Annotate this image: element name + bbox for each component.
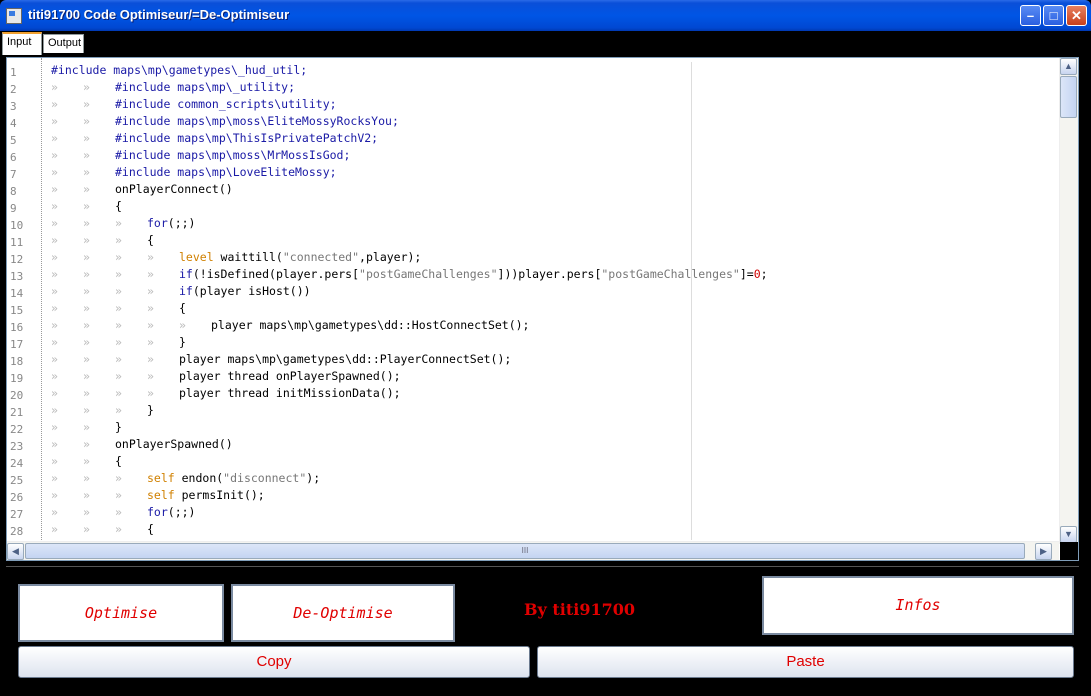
code-line: »»» for(;;) xyxy=(51,505,196,519)
line-number: 12 xyxy=(10,253,24,266)
code-line: »» onPlayerConnect() xyxy=(51,182,233,196)
horizontal-scrollbar[interactable]: ◀ III ▶ xyxy=(7,541,1059,560)
window-title: titi91700 Code Optimiseur/=De-Optimiseur xyxy=(28,7,290,22)
tab-input[interactable]: Input xyxy=(2,32,42,55)
vertical-scroll-thumb[interactable] xyxy=(1060,76,1077,118)
code-line: »» #include maps\mp\moss\MrMossIsGod; xyxy=(51,148,351,162)
infos-button[interactable]: Infos xyxy=(762,576,1074,635)
line-number: 28 xyxy=(10,525,24,538)
scroll-right-button[interactable]: ▶ xyxy=(1035,543,1052,560)
code-line: »»»» player maps\mp\gametypes\dd::PlayerC… xyxy=(51,352,512,366)
code-line: »» #include maps\mp\_utility; xyxy=(51,80,296,94)
code-line: »»»» level waittill("connected",player); xyxy=(51,250,422,264)
line-number: 17 xyxy=(10,338,24,351)
line-number: 16 xyxy=(10,321,24,334)
line-number: 24 xyxy=(10,457,24,470)
code-line: »» #include maps\mp\ThisIsPrivatePatchV2; xyxy=(51,131,379,145)
vertical-scrollbar[interactable]: ▲ ▼ xyxy=(1059,58,1078,544)
author-label: By titi91700 xyxy=(524,600,635,619)
line-number: 1 xyxy=(10,66,17,79)
line-number: 4 xyxy=(10,117,17,130)
minimize-button[interactable]: – xyxy=(1020,5,1041,26)
code-line: »»» for(;;) xyxy=(51,216,196,230)
line-number: 27 xyxy=(10,508,24,521)
scroll-up-button[interactable]: ▲ xyxy=(1060,58,1077,75)
code-line: »»» self permsInit(); xyxy=(51,488,265,502)
scroll-left-button[interactable]: ◀ xyxy=(7,543,24,560)
maximize-button[interactable]: □ xyxy=(1043,5,1064,26)
scroll-down-button[interactable]: ▼ xyxy=(1060,526,1077,543)
copy-button[interactable]: Copy xyxy=(18,646,530,678)
line-number: 15 xyxy=(10,304,24,317)
code-line: »» onPlayerSpawned() xyxy=(51,437,233,451)
scrollbar-corner xyxy=(1060,542,1078,560)
close-button[interactable]: ✕ xyxy=(1066,5,1087,26)
code-line: »»»{ xyxy=(51,233,154,247)
code-line: #include maps\mp\gametypes\_hud_util; xyxy=(51,63,308,77)
code-editor[interactable]: 1 2 3 4 5 6 7 8 9 10 11 12 13 14 15 16 17 18 19 20 21 22 23 24 2… xyxy=(6,57,1079,561)
line-number: 22 xyxy=(10,423,24,436)
maximize-icon: □ xyxy=(1049,8,1058,23)
code-line: »»»» if(player isHost()) xyxy=(51,284,311,298)
close-icon: ✕ xyxy=(1071,8,1082,23)
line-number-gutter: 1 2 3 4 5 6 7 8 9 10 11 12 13 14 15 16 17 18 19 20 21 22 23 24 2… xyxy=(7,58,42,542)
line-number: 25 xyxy=(10,474,24,487)
line-number: 2 xyxy=(10,83,17,96)
optimise-button[interactable]: Optimise xyxy=(18,584,224,642)
line-number: 9 xyxy=(10,202,17,215)
code-line: »»»} xyxy=(51,403,154,417)
line-numbers: 1 2 3 4 5 6 7 8 9 10 11 12 13 14 15 16 17 18 19 20 21 22 23 24 2… xyxy=(10,64,23,540)
code-line: »»»» player thread onPlayerSpawned(); xyxy=(51,369,401,383)
code-line: »»»» player thread initMissionData(); xyxy=(51,386,401,400)
title-bar[interactable]: titi91700 Code Optimiseur/=De-Optimiseur… xyxy=(0,0,1091,31)
line-number: 6 xyxy=(10,151,17,164)
line-number: 8 xyxy=(10,185,17,198)
line-number: 23 xyxy=(10,440,24,453)
tab-strip: Input Output xyxy=(2,31,1089,55)
tab-output[interactable]: Output xyxy=(43,34,84,53)
code-line: »»} xyxy=(51,420,122,434)
line-number: 7 xyxy=(10,168,17,181)
app-window: titi91700 Code Optimiseur/=De-Optimiseur… xyxy=(0,0,1091,696)
code-line: »»»» if(!isDefined(player.pers["postGameC… xyxy=(51,267,768,281)
scroll-grip: III xyxy=(521,546,529,555)
paste-button[interactable]: Paste xyxy=(537,646,1074,678)
line-number: 11 xyxy=(10,236,24,249)
line-number: 18 xyxy=(10,355,24,368)
code-line: »»»»» player maps\mp\gametypes\dd::HostCo… xyxy=(51,318,530,332)
code-line: »» #include maps\mp\moss\EliteMossyRocksY… xyxy=(51,114,399,128)
chevron-up-icon: ▲ xyxy=(1064,61,1073,71)
code-line: »»»»{ xyxy=(51,301,186,315)
chevron-down-icon: ▼ xyxy=(1064,529,1073,539)
line-number: 21 xyxy=(10,406,24,419)
code-line: »»»»} xyxy=(51,335,186,349)
line-number: 19 xyxy=(10,372,24,385)
code-line: »»{ xyxy=(51,454,122,468)
code-line: »»»{ xyxy=(51,522,154,536)
chevron-right-icon: ▶ xyxy=(1040,546,1047,556)
code-content[interactable]: #include maps\mp\gametypes\_hud_util; »» #… xyxy=(51,62,768,538)
line-number: 20 xyxy=(10,389,24,402)
code-line: »» #include maps\mp\LoveEliteMossy; xyxy=(51,165,337,179)
code-line: »»{ xyxy=(51,199,122,213)
line-number: 10 xyxy=(10,219,24,232)
app-icon[interactable] xyxy=(6,8,22,24)
line-number: 5 xyxy=(10,134,17,147)
line-number: 14 xyxy=(10,287,24,300)
deoptimise-button[interactable]: De-Optimise xyxy=(231,584,455,642)
code-line: »»» self endon("disconnect"); xyxy=(51,471,321,485)
line-number: 3 xyxy=(10,100,17,113)
panel-divider xyxy=(6,566,1079,567)
horizontal-scroll-thumb[interactable]: III xyxy=(25,543,1025,559)
line-number: 13 xyxy=(10,270,24,283)
code-line: »» #include common_scripts\utility; xyxy=(51,97,337,111)
line-number: 26 xyxy=(10,491,24,504)
chevron-left-icon: ◀ xyxy=(12,546,19,556)
minimize-icon: – xyxy=(1026,8,1035,23)
